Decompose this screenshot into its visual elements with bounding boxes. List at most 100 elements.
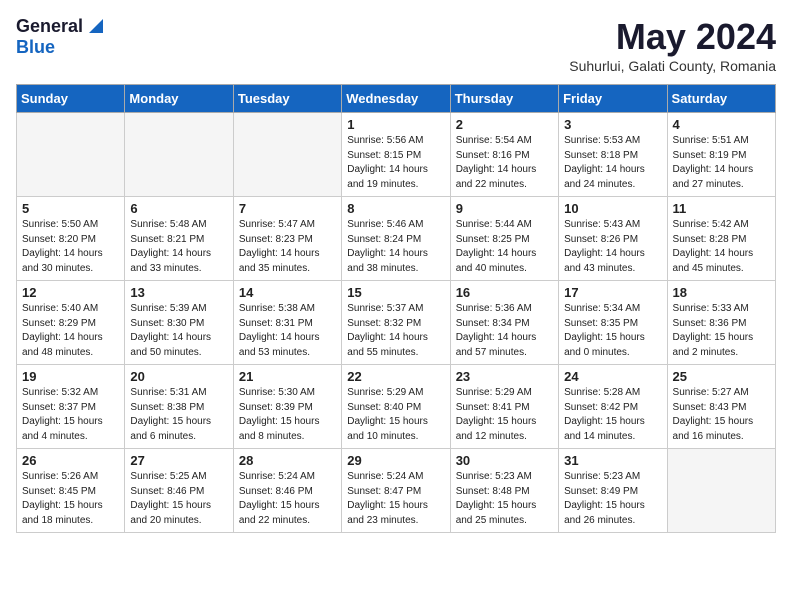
day-info-text: Sunrise: 5:38 AM Sunset: 8:31 PM Dayligh…: [239, 302, 336, 360]
day-info-text: Sunrise: 5:47 AM Sunset: 8:23 PM Dayligh…: [239, 218, 336, 276]
calendar-week-row: 5Sunrise: 5:50 AM Sunset: 8:20 PM Daylig…: [17, 197, 776, 281]
calendar-weekday-header: Friday: [559, 85, 667, 113]
calendar-day-cell: 25 Sunrise: 5:27 AM Sunset: 8:43 PM Dayli…: [667, 365, 775, 449]
day-info-text: Sunrise: 5:40 AM Sunset: 8:29 PM Dayligh…: [22, 302, 119, 360]
day-number: 29: [347, 453, 444, 468]
day-number: 27: [130, 453, 227, 468]
day-info-text: Sunrise: 5:26 AM Sunset: 8:45 PM Dayligh…: [22, 470, 119, 528]
calendar-day-cell: 14 Sunrise: 5:38 AM Sunset: 8:31 PM Dayli…: [233, 281, 341, 365]
day-info-text: Sunrise: 5:56 AM Sunset: 8:15 PM Dayligh…: [347, 134, 444, 192]
day-number: 16: [456, 285, 553, 300]
title-block: May 2024 Suhurlui, Galati County, Romani…: [569, 16, 776, 74]
day-info-text: Sunrise: 5:44 AM Sunset: 8:25 PM Dayligh…: [456, 218, 553, 276]
calendar-day-cell: 5Sunrise: 5:50 AM Sunset: 8:20 PM Daylig…: [17, 197, 125, 281]
day-number: 12: [22, 285, 119, 300]
calendar-day-cell: [125, 113, 233, 197]
day-number: 18: [673, 285, 770, 300]
day-info-text: Sunrise: 5:32 AM Sunset: 8:37 PM Dayligh…: [22, 386, 119, 444]
calendar-weekday-header: Thursday: [450, 85, 558, 113]
day-info-text: Sunrise: 5:33 AM Sunset: 8:36 PM Dayligh…: [673, 302, 770, 360]
day-number: 21: [239, 369, 336, 384]
day-info-text: Sunrise: 5:27 AM Sunset: 8:43 PM Dayligh…: [673, 386, 770, 444]
day-info-text: Sunrise: 5:42 AM Sunset: 8:28 PM Dayligh…: [673, 218, 770, 276]
day-info-text: Sunrise: 5:36 AM Sunset: 8:34 PM Dayligh…: [456, 302, 553, 360]
calendar-day-cell: 27Sunrise: 5:25 AM Sunset: 8:46 PM Dayli…: [125, 449, 233, 533]
day-info-text: Sunrise: 5:43 AM Sunset: 8:26 PM Dayligh…: [564, 218, 661, 276]
calendar-day-cell: 29 Sunrise: 5:24 AM Sunset: 8:47 PM Dayli…: [342, 449, 450, 533]
calendar-day-cell: [17, 113, 125, 197]
calendar-day-cell: 7 Sunrise: 5:47 AM Sunset: 8:23 PM Daylig…: [233, 197, 341, 281]
logo-general-text: General: [16, 16, 83, 37]
calendar-day-cell: 2 Sunrise: 5:54 AM Sunset: 8:16 PM Daylig…: [450, 113, 558, 197]
calendar-day-cell: 21Sunrise: 5:30 AM Sunset: 8:39 PM Dayli…: [233, 365, 341, 449]
calendar-day-cell: 22 Sunrise: 5:29 AM Sunset: 8:40 PM Dayli…: [342, 365, 450, 449]
day-info-text: Sunrise: 5:51 AM Sunset: 8:19 PM Dayligh…: [673, 134, 770, 192]
calendar-day-cell: 30Sunrise: 5:23 AM Sunset: 8:48 PM Dayli…: [450, 449, 558, 533]
day-number: 26: [22, 453, 119, 468]
day-number: 31: [564, 453, 661, 468]
day-number: 4: [673, 117, 770, 132]
day-info-text: Sunrise: 5:23 AM Sunset: 8:49 PM Dayligh…: [564, 470, 661, 528]
calendar-table: SundayMondayTuesdayWednesdayThursdayFrid…: [16, 84, 776, 533]
day-number: 7: [239, 201, 336, 216]
day-info-text: Sunrise: 5:24 AM Sunset: 8:46 PM Dayligh…: [239, 470, 336, 528]
calendar-weekday-header: Wednesday: [342, 85, 450, 113]
calendar-day-cell: 31 Sunrise: 5:23 AM Sunset: 8:49 PM Dayli…: [559, 449, 667, 533]
calendar-day-cell: 20 Sunrise: 5:31 AM Sunset: 8:38 PM Dayli…: [125, 365, 233, 449]
logo-blue-text: Blue: [16, 37, 55, 58]
day-number: 13: [130, 285, 227, 300]
calendar-day-cell: 18 Sunrise: 5:33 AM Sunset: 8:36 PM Dayli…: [667, 281, 775, 365]
day-info-text: Sunrise: 5:53 AM Sunset: 8:18 PM Dayligh…: [564, 134, 661, 192]
day-number: 30: [456, 453, 553, 468]
calendar-week-row: 12 Sunrise: 5:40 AM Sunset: 8:29 PM Dayli…: [17, 281, 776, 365]
day-info-text: Sunrise: 5:34 AM Sunset: 8:35 PM Dayligh…: [564, 302, 661, 360]
calendar-week-row: 26 Sunrise: 5:26 AM Sunset: 8:45 PM Dayli…: [17, 449, 776, 533]
day-number: 20: [130, 369, 227, 384]
day-number: 24: [564, 369, 661, 384]
calendar-day-cell: 28Sunrise: 5:24 AM Sunset: 8:46 PM Dayli…: [233, 449, 341, 533]
page-header: General Blue May 2024 Suhurlui, Galati C…: [16, 16, 776, 74]
calendar-day-cell: 19Sunrise: 5:32 AM Sunset: 8:37 PM Dayli…: [17, 365, 125, 449]
day-info-text: Sunrise: 5:29 AM Sunset: 8:40 PM Dayligh…: [347, 386, 444, 444]
calendar-day-cell: 15 Sunrise: 5:37 AM Sunset: 8:32 PM Dayli…: [342, 281, 450, 365]
day-number: 2: [456, 117, 553, 132]
day-number: 5: [22, 201, 119, 216]
calendar-day-cell: 1Sunrise: 5:56 AM Sunset: 8:15 PM Daylig…: [342, 113, 450, 197]
day-number: 22: [347, 369, 444, 384]
logo-triangle-icon: [85, 17, 103, 35]
calendar-day-cell: 12 Sunrise: 5:40 AM Sunset: 8:29 PM Dayli…: [17, 281, 125, 365]
day-number: 15: [347, 285, 444, 300]
month-year-title: May 2024: [569, 16, 776, 58]
day-info-text: Sunrise: 5:28 AM Sunset: 8:42 PM Dayligh…: [564, 386, 661, 444]
day-info-text: Sunrise: 5:46 AM Sunset: 8:24 PM Dayligh…: [347, 218, 444, 276]
day-info-text: Sunrise: 5:48 AM Sunset: 8:21 PM Dayligh…: [130, 218, 227, 276]
day-info-text: Sunrise: 5:31 AM Sunset: 8:38 PM Dayligh…: [130, 386, 227, 444]
day-info-text: Sunrise: 5:29 AM Sunset: 8:41 PM Dayligh…: [456, 386, 553, 444]
day-number: 17: [564, 285, 661, 300]
calendar-day-cell: 26 Sunrise: 5:26 AM Sunset: 8:45 PM Dayli…: [17, 449, 125, 533]
calendar-day-cell: 9 Sunrise: 5:44 AM Sunset: 8:25 PM Daylig…: [450, 197, 558, 281]
calendar-day-cell: 17 Sunrise: 5:34 AM Sunset: 8:35 PM Dayli…: [559, 281, 667, 365]
calendar-day-cell: 13Sunrise: 5:39 AM Sunset: 8:30 PM Dayli…: [125, 281, 233, 365]
calendar-day-cell: 11 Sunrise: 5:42 AM Sunset: 8:28 PM Dayli…: [667, 197, 775, 281]
calendar-day-cell: 24 Sunrise: 5:28 AM Sunset: 8:42 PM Dayli…: [559, 365, 667, 449]
day-number: 25: [673, 369, 770, 384]
calendar-day-cell: 8 Sunrise: 5:46 AM Sunset: 8:24 PM Daylig…: [342, 197, 450, 281]
logo: General Blue: [16, 16, 103, 58]
calendar-day-cell: 23 Sunrise: 5:29 AM Sunset: 8:41 PM Dayli…: [450, 365, 558, 449]
day-number: 8: [347, 201, 444, 216]
calendar-day-cell: 4 Sunrise: 5:51 AM Sunset: 8:19 PM Daylig…: [667, 113, 775, 197]
day-number: 23: [456, 369, 553, 384]
calendar-week-row: 19Sunrise: 5:32 AM Sunset: 8:37 PM Dayli…: [17, 365, 776, 449]
day-info-text: Sunrise: 5:24 AM Sunset: 8:47 PM Dayligh…: [347, 470, 444, 528]
day-number: 10: [564, 201, 661, 216]
calendar-day-cell: 6Sunrise: 5:48 AM Sunset: 8:21 PM Daylig…: [125, 197, 233, 281]
day-info-text: Sunrise: 5:54 AM Sunset: 8:16 PM Dayligh…: [456, 134, 553, 192]
calendar-day-cell: 3Sunrise: 5:53 AM Sunset: 8:18 PM Daylig…: [559, 113, 667, 197]
day-info-text: Sunrise: 5:37 AM Sunset: 8:32 PM Dayligh…: [347, 302, 444, 360]
day-number: 11: [673, 201, 770, 216]
day-number: 14: [239, 285, 336, 300]
day-number: 9: [456, 201, 553, 216]
calendar-weekday-header: Sunday: [17, 85, 125, 113]
calendar-weekday-header: Monday: [125, 85, 233, 113]
